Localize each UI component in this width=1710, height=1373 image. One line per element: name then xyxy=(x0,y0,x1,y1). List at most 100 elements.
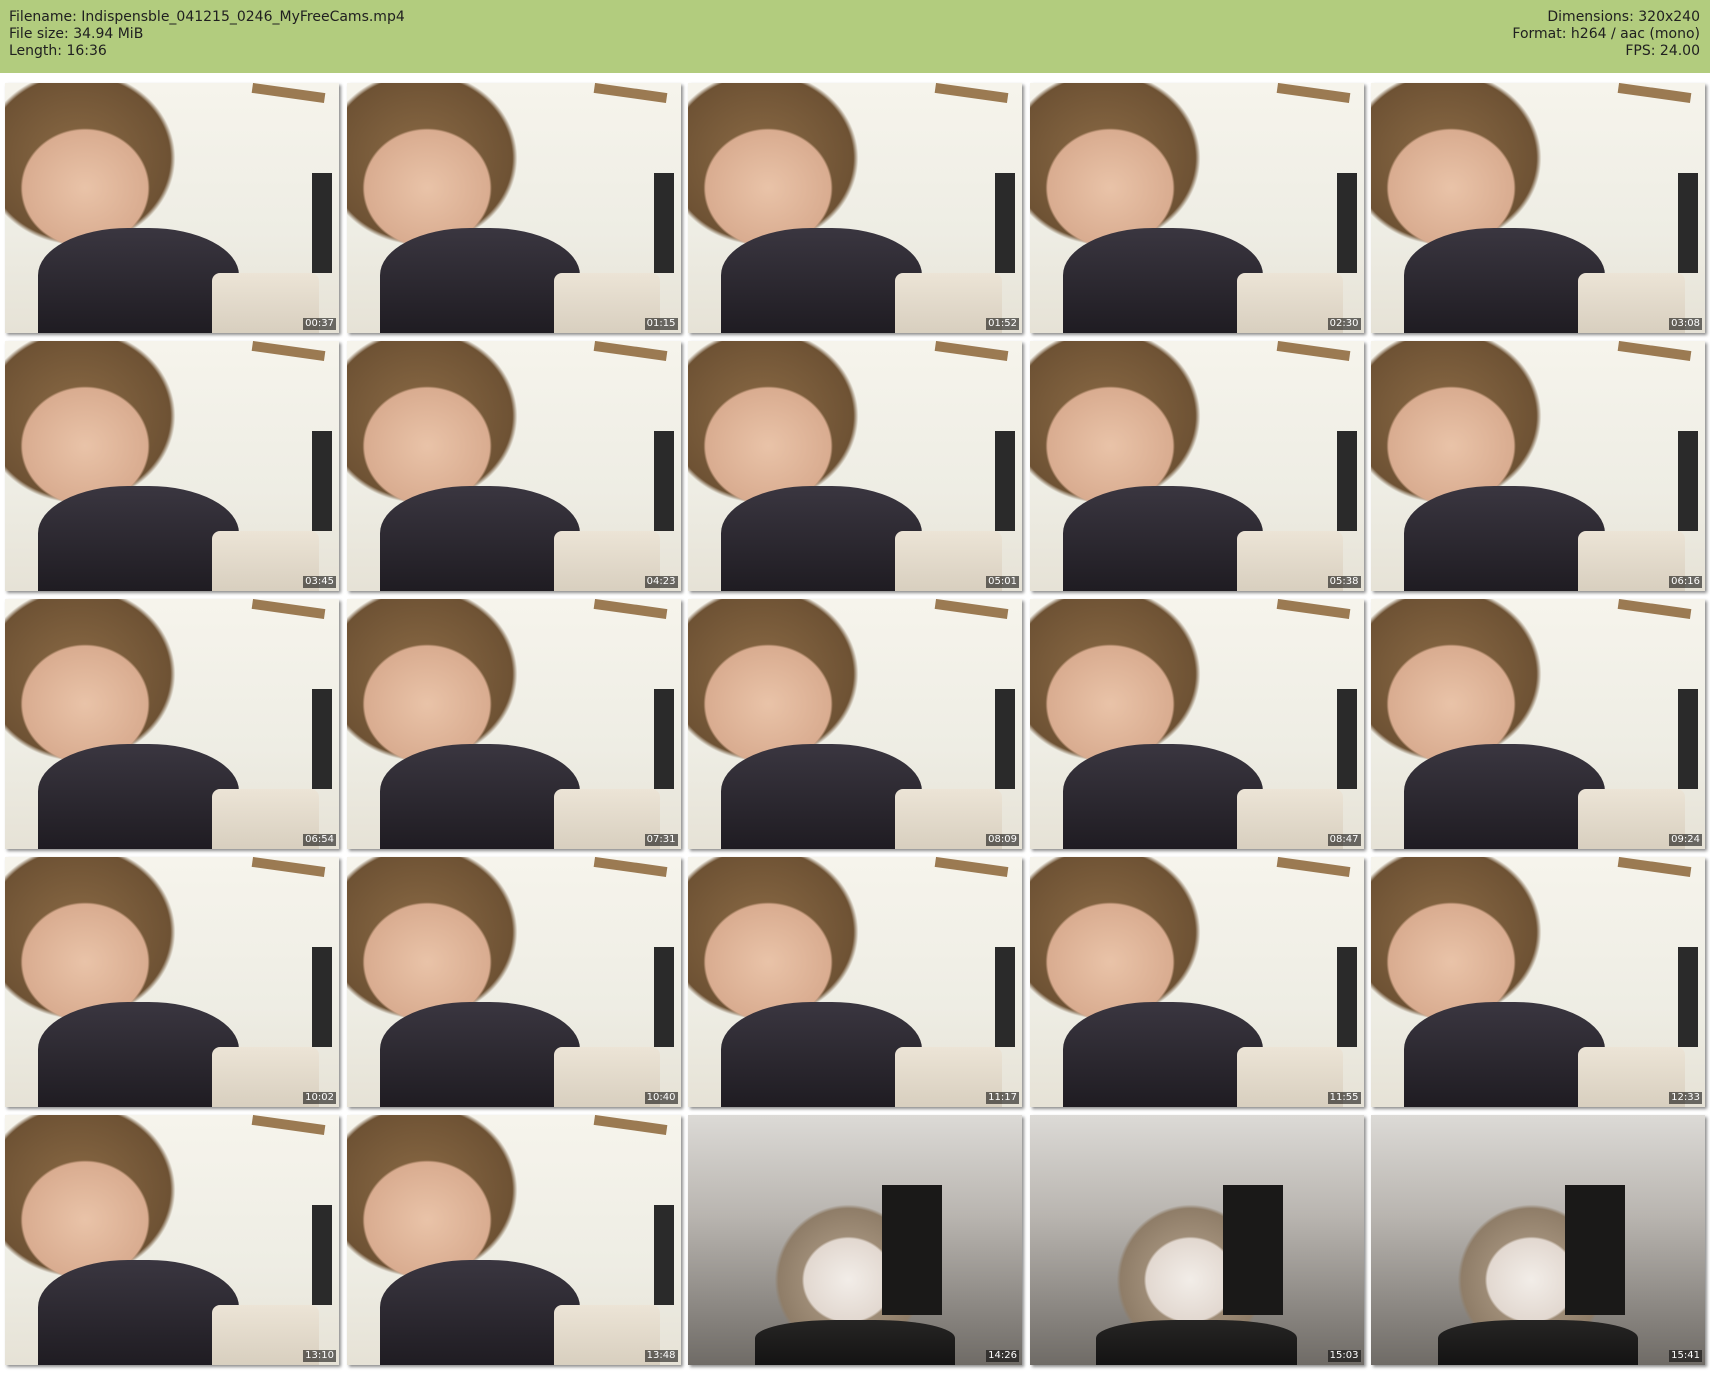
thumbnail-frame-image xyxy=(1371,83,1705,333)
video-thumbnail[interactable]: 04:23 xyxy=(346,341,681,591)
video-thumbnail[interactable]: 13:48 xyxy=(346,1115,681,1365)
background-door xyxy=(1678,173,1699,273)
thumbnail-timestamp: 06:54 xyxy=(303,834,336,846)
thumbnail-frame-image xyxy=(1029,599,1364,849)
thumbnail-timestamp: 10:40 xyxy=(644,1092,678,1104)
thumbnail-frame-image xyxy=(1371,341,1705,591)
thumbnail-timestamp: 15:41 xyxy=(1669,1350,1702,1362)
video-thumbnail[interactable]: 10:40 xyxy=(346,857,681,1107)
thumbnail-timestamp: 02:30 xyxy=(1327,318,1361,330)
wall-picture xyxy=(593,599,668,620)
background-door xyxy=(653,1205,674,1305)
wall-picture xyxy=(593,83,668,104)
background-door xyxy=(1336,173,1357,273)
background-door xyxy=(995,431,1016,531)
video-thumbnail[interactable]: 14:26 xyxy=(688,1115,1022,1365)
thumbnail-frame-image xyxy=(5,341,339,591)
video-thumbnail[interactable]: 11:55 xyxy=(1029,857,1364,1107)
wall-picture xyxy=(251,341,326,362)
background-door xyxy=(312,1205,333,1305)
video-thumbnail[interactable]: 13:10 xyxy=(5,1115,339,1365)
media-info: Dimensions: 320x240 Format: h264 / aac (… xyxy=(1512,9,1700,60)
wall-picture xyxy=(1276,857,1351,878)
thumbnail-frame-image xyxy=(1029,1115,1364,1365)
video-thumbnail[interactable]: 12:33 xyxy=(1371,857,1705,1107)
thumbnail-timestamp: 08:47 xyxy=(1327,834,1361,846)
video-thumbnail[interactable]: 07:31 xyxy=(346,599,681,849)
background-door xyxy=(1336,431,1357,531)
wall-picture xyxy=(251,1115,326,1136)
thumbnail-timestamp: 12:33 xyxy=(1669,1092,1702,1104)
wall-picture xyxy=(593,857,668,878)
thumbnail-timestamp: 03:08 xyxy=(1669,318,1702,330)
thumbnail-timestamp: 13:48 xyxy=(644,1350,678,1362)
wall-picture xyxy=(1617,341,1692,362)
background-door xyxy=(995,689,1016,789)
thumbnail-frame-image xyxy=(346,341,681,591)
thumbnail-frame-image xyxy=(5,857,339,1107)
video-thumbnail[interactable]: 05:38 xyxy=(1029,341,1364,591)
thumbnail-frame-image xyxy=(1029,857,1364,1107)
video-thumbnail[interactable]: 01:52 xyxy=(688,83,1022,333)
info-header: Filename: Indispensble_041215_0246_MyFre… xyxy=(0,0,1710,73)
wall-picture xyxy=(251,83,326,104)
thumbnail-frame-image xyxy=(1029,83,1364,333)
thumbnail-timestamp: 01:15 xyxy=(644,318,678,330)
wall-picture xyxy=(251,857,326,878)
background-door xyxy=(653,173,674,273)
background-door xyxy=(995,947,1016,1047)
background-door xyxy=(653,431,674,531)
video-thumbnail[interactable]: 08:47 xyxy=(1029,599,1364,849)
video-thumbnail[interactable]: 15:03 xyxy=(1029,1115,1364,1365)
wall-picture xyxy=(593,1115,668,1136)
video-thumbnail[interactable]: 06:16 xyxy=(1371,341,1705,591)
thumbnail-frame-image xyxy=(346,83,681,333)
filename-text: Filename: Indispensble_041215_0246_MyFre… xyxy=(9,9,405,25)
background-door xyxy=(312,173,333,273)
thumbnail-timestamp: 09:24 xyxy=(1669,834,1702,846)
video-thumbnail[interactable]: 11:17 xyxy=(688,857,1022,1107)
video-thumbnail[interactable]: 01:15 xyxy=(346,83,681,333)
video-thumbnail[interactable]: 15:41 xyxy=(1371,1115,1705,1365)
wall-picture xyxy=(1276,83,1351,104)
thumbnail-frame-image xyxy=(5,599,339,849)
background-door xyxy=(1336,947,1357,1047)
fps-text: FPS: 24.00 xyxy=(1625,43,1700,59)
thumbnail-timestamp: 08:09 xyxy=(986,834,1019,846)
thumbnail-frame-image xyxy=(688,857,1022,1107)
thumbnail-timestamp: 05:01 xyxy=(986,576,1019,588)
thumbnail-timestamp: 11:55 xyxy=(1327,1092,1361,1104)
thumbnail-frame-image xyxy=(346,1115,681,1365)
video-thumbnail[interactable]: 09:24 xyxy=(1371,599,1705,849)
thumbnail-frame-image xyxy=(1371,599,1705,849)
wall-picture xyxy=(934,341,1009,362)
wall-picture xyxy=(934,857,1009,878)
video-thumbnail[interactable]: 02:30 xyxy=(1029,83,1364,333)
background-door xyxy=(995,173,1016,273)
background-door xyxy=(653,689,674,789)
video-thumbnail[interactable]: 00:37 xyxy=(5,83,339,333)
video-thumbnail[interactable]: 08:09 xyxy=(688,599,1022,849)
background-door xyxy=(1678,689,1699,789)
thumbnail-timestamp: 10:02 xyxy=(303,1092,336,1104)
video-thumbnail[interactable]: 03:08 xyxy=(1371,83,1705,333)
dimensions-text: Dimensions: 320x240 xyxy=(1547,9,1700,25)
filesize-text: File size: 34.94 MiB xyxy=(9,26,144,42)
thumbnail-timestamp: 15:03 xyxy=(1327,1350,1361,1362)
wall-picture xyxy=(1276,599,1351,620)
wall-picture xyxy=(934,83,1009,104)
thumbnail-frame-image xyxy=(346,599,681,849)
thumbnail-frame-image xyxy=(5,1115,339,1365)
video-thumbnail[interactable]: 10:02 xyxy=(5,857,339,1107)
video-thumbnail[interactable]: 03:45 xyxy=(5,341,339,591)
background-door xyxy=(312,431,333,531)
video-thumbnail[interactable]: 05:01 xyxy=(688,341,1022,591)
wall-picture xyxy=(251,599,326,620)
thumbnail-timestamp: 00:37 xyxy=(303,318,336,330)
video-thumbnail[interactable]: 06:54 xyxy=(5,599,339,849)
wall-picture xyxy=(1617,857,1692,878)
background-door xyxy=(312,947,333,1047)
thumbnail-timestamp: 01:52 xyxy=(986,318,1019,330)
thumbnail-timestamp: 03:45 xyxy=(303,576,336,588)
thumbnail-timestamp: 11:17 xyxy=(986,1092,1019,1104)
